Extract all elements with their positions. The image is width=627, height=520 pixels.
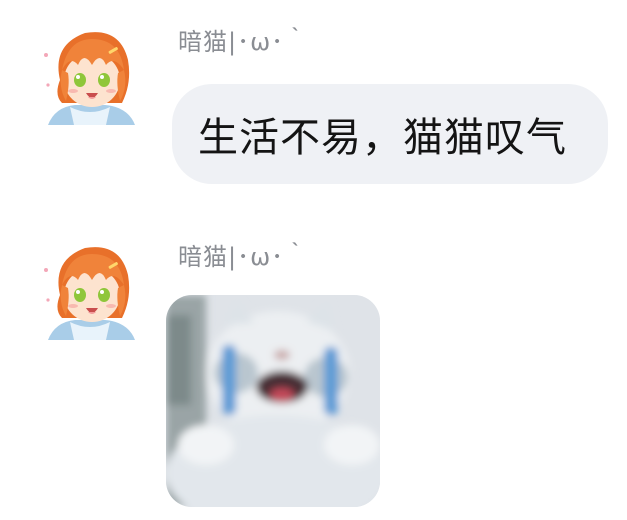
sticker-image[interactable] (166, 295, 380, 507)
anime-girl-avatar-icon (40, 25, 140, 125)
chat-message: 暗猫|･ω･｀ (0, 215, 627, 520)
crying-cat-sticker-icon (166, 295, 380, 507)
message-text: 生活不易，猫猫叹气 (198, 115, 567, 161)
message-bubble[interactable]: 生活不易，猫猫叹气 (172, 84, 608, 184)
sender-avatar[interactable] (40, 25, 140, 125)
anime-girl-avatar-icon (40, 240, 140, 340)
chat-message: 暗猫|･ω･｀ 生活不易，猫猫叹气 (0, 0, 627, 200)
sender-name: 暗猫|･ω･｀ (178, 243, 310, 271)
sender-name: 暗猫|･ω･｀ (178, 28, 310, 56)
sender-avatar[interactable] (40, 240, 140, 340)
